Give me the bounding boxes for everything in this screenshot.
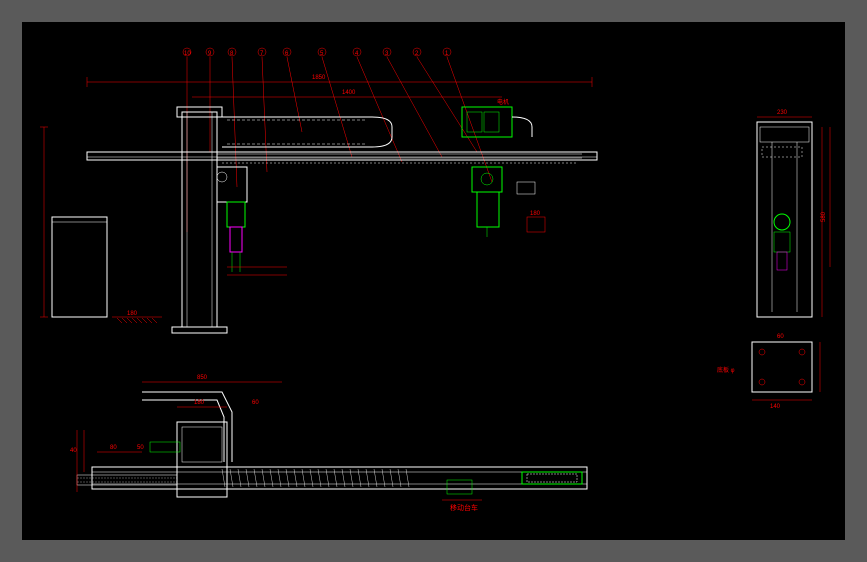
- carriage-label: 移动台车: [450, 503, 478, 512]
- svg-text:850: 850: [197, 375, 208, 381]
- svg-text:140: 140: [770, 404, 781, 410]
- base-label: 底板 φ: [717, 366, 735, 374]
- callout-4: 4: [355, 51, 359, 57]
- side-view: 580 230 140 底板 φ 60: [717, 110, 830, 410]
- motor-label: 电机: [497, 98, 509, 106]
- dim-overall-width: 1850: [312, 75, 326, 81]
- callout-3: 3: [385, 51, 389, 57]
- svg-text:60: 60: [252, 400, 259, 406]
- svg-text:40: 40: [70, 448, 77, 454]
- svg-text:50: 50: [137, 445, 144, 451]
- svg-text:80: 80: [110, 445, 117, 451]
- svg-text:60: 60: [777, 334, 784, 340]
- callout-10: 10: [184, 51, 191, 57]
- cad-canvas: 10 9 8 7 6 5 4 3 2 1 1850 1400: [22, 22, 845, 540]
- svg-text:580: 580: [821, 211, 827, 222]
- callout-5: 5: [320, 51, 324, 57]
- svg-text:230: 230: [777, 110, 788, 116]
- callout-8: 8: [230, 51, 234, 57]
- front-view: 10 9 8 7 6 5 4 3 2 1 1850 1400: [40, 48, 597, 333]
- svg-text:180: 180: [194, 400, 205, 406]
- callout-leaders: 10 9 8 7 6 5 4 3 2 1: [183, 48, 492, 232]
- callout-7: 7: [260, 51, 264, 57]
- top-view: 850 180 60 40 80 50 移动台车: [70, 375, 587, 512]
- arm-dim: 180: [530, 211, 541, 217]
- callout-9: 9: [208, 51, 212, 57]
- callout-6: 6: [285, 51, 289, 57]
- callout-1: 1: [445, 51, 449, 57]
- svg-text:180: 180: [127, 311, 138, 317]
- dim-beam: 1400: [342, 90, 356, 96]
- rail-top-hatch: [222, 469, 409, 487]
- callout-2: 2: [415, 51, 419, 57]
- drawing-svg: 10 9 8 7 6 5 4 3 2 1 1850 1400: [22, 22, 845, 540]
